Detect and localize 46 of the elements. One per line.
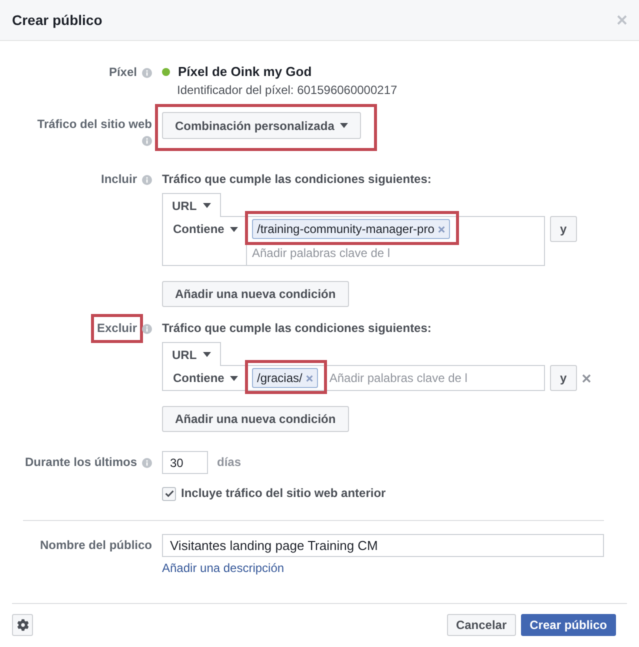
field-tab[interactable]: URL bbox=[162, 193, 221, 217]
field-label: Píxel bbox=[108, 65, 137, 80]
cancel-button[interactable]: Cancelar bbox=[446, 614, 516, 636]
settings-icon bbox=[16, 619, 28, 631]
caret-icon bbox=[230, 376, 238, 380]
field-label: Excluir bbox=[96, 321, 137, 336]
audience-name-input[interactable]: Visitantes landing page Training CM bbox=[162, 534, 604, 557]
caret-icon bbox=[340, 123, 348, 128]
rule-heading: Tráfico que cumple las condiciones siguientes: bbox=[162, 172, 432, 187]
and-button[interactable]: y bbox=[550, 216, 577, 242]
pixel-name: Píxel de Oink my God bbox=[178, 64, 312, 80]
checkbox[interactable] bbox=[162, 486, 176, 500]
operator-dropdown[interactable]: Contiene bbox=[172, 217, 240, 241]
caret-icon bbox=[230, 226, 238, 232]
checkbox-label: Incluye tráfico del sitio web anterior bbox=[181, 486, 386, 501]
field-tab[interactable]: URL bbox=[162, 342, 221, 366]
unit-label: días bbox=[217, 455, 242, 470]
caret-icon bbox=[202, 352, 211, 357]
status-dot-icon bbox=[162, 68, 170, 76]
and-button[interactable]: y bbox=[550, 365, 577, 391]
close-icon[interactable] bbox=[617, 15, 627, 25]
keyword-input[interactable]: Añadir palabras clave de l bbox=[329, 368, 539, 388]
tag-text: /gracias/ bbox=[257, 370, 302, 386]
add-condition-button[interactable]: Añadir una nueva condición bbox=[162, 406, 349, 432]
keyword-input[interactable]: Añadir palabras clave de l bbox=[252, 243, 539, 263]
operator-dropdown[interactable]: Contiene bbox=[172, 366, 240, 390]
info-icon[interactable] bbox=[142, 324, 152, 334]
field-label: Tráfico del sitio web bbox=[37, 117, 152, 132]
dialog-title: Crear público bbox=[12, 11, 102, 29]
tag-text: /training-community-manager-pro bbox=[257, 222, 434, 236]
field-label: Durante los últimos bbox=[24, 455, 137, 470]
create-button[interactable]: Crear público bbox=[520, 614, 616, 636]
settings-button[interactable] bbox=[12, 614, 33, 636]
close-icon[interactable] bbox=[306, 374, 314, 382]
close-icon[interactable] bbox=[582, 374, 591, 383]
pixel-id: Identificador del píxel: 601596060000217 bbox=[177, 83, 398, 98]
field-label: Incluir bbox=[100, 172, 137, 187]
rule-heading: Tráfico que cumple las condiciones siguientes: bbox=[162, 321, 432, 336]
field-label: Nombre del público bbox=[40, 538, 152, 553]
traffic-dropdown[interactable]: Combinación personalizada bbox=[162, 112, 362, 139]
check-icon bbox=[164, 490, 174, 497]
caret-icon bbox=[202, 203, 211, 208]
add-condition-button[interactable]: Añadir una nueva condición bbox=[162, 281, 349, 307]
close-icon[interactable] bbox=[438, 226, 446, 232]
add-description-link[interactable]: Añadir una descripción bbox=[162, 561, 284, 576]
days-input[interactable]: 30 bbox=[162, 451, 208, 474]
